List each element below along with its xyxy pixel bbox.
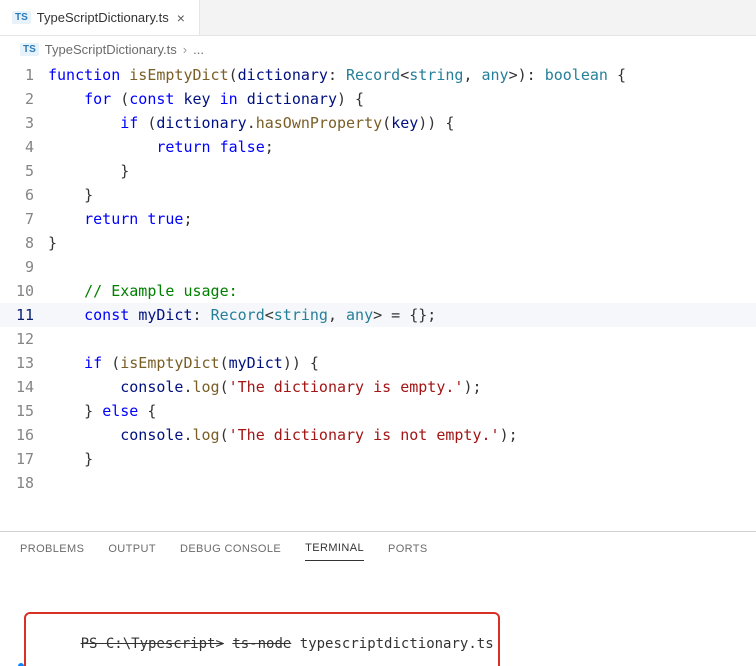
line-number: 3 <box>6 111 48 135</box>
line-number: 8 <box>6 231 48 255</box>
code-line[interactable]: function isEmptyDict(dictionary: Record<… <box>48 63 626 87</box>
line-number: 13 <box>6 351 48 375</box>
line-number: 5 <box>6 159 48 183</box>
code-line[interactable]: const myDict: Record<string, any> = {}; <box>48 303 436 327</box>
line-number: 6 <box>6 183 48 207</box>
code-editor[interactable]: 1function isEmptyDict(dictionary: Record… <box>0 61 756 505</box>
code-line[interactable]: return true; <box>48 207 193 231</box>
tab-label: TypeScriptDictionary.ts <box>37 10 169 25</box>
editor-tab[interactable]: TS TypeScriptDictionary.ts × <box>0 0 200 35</box>
code-line[interactable]: console.log('The dictionary is empty.'); <box>48 375 482 399</box>
line-number: 14 <box>6 375 48 399</box>
tab-output[interactable]: OUTPUT <box>108 543 156 561</box>
close-icon[interactable]: × <box>175 11 187 25</box>
line-number: 1 <box>6 63 48 87</box>
tab-problems[interactable]: PROBLEMS <box>20 543 84 561</box>
code-line[interactable]: } else { <box>48 399 156 423</box>
code-line[interactable]: if (dictionary.hasOwnProperty(key)) { <box>48 111 454 135</box>
code-line[interactable]: for (const key in dictionary) { <box>48 87 364 111</box>
code-line[interactable]: } <box>48 231 57 255</box>
ts-lang-icon: TS <box>20 43 39 56</box>
line-number: 18 <box>6 471 48 495</box>
tab-debug-console[interactable]: DEBUG CONSOLE <box>180 543 281 561</box>
terminal[interactable]: PS C:\Typescript> ts-node typescriptdict… <box>0 565 756 666</box>
line-number: 12 <box>6 327 48 351</box>
code-line[interactable] <box>48 255 57 279</box>
line-number: 17 <box>6 447 48 471</box>
code-line[interactable]: console.log('The dictionary is not empty… <box>48 423 518 447</box>
line-number: 2 <box>6 87 48 111</box>
panel-tabs: PROBLEMS OUTPUT DEBUG CONSOLE TERMINAL P… <box>0 532 756 565</box>
code-line[interactable] <box>48 327 57 351</box>
line-number: 16 <box>6 423 48 447</box>
line-number: 11 <box>6 303 48 327</box>
tab-bar: TS TypeScriptDictionary.ts × <box>0 0 756 36</box>
code-line[interactable] <box>48 471 57 495</box>
breadcrumb-file[interactable]: TypeScriptDictionary.ts <box>45 42 177 57</box>
breadcrumb[interactable]: TS TypeScriptDictionary.ts › ... <box>0 36 756 61</box>
code-line[interactable]: if (isEmptyDict(myDict)) { <box>48 351 319 375</box>
code-line[interactable]: // Example usage: <box>48 279 238 303</box>
code-line[interactable]: } <box>48 447 93 471</box>
code-line[interactable]: } <box>48 183 93 207</box>
tab-terminal[interactable]: TERMINAL <box>305 542 364 561</box>
line-number: 9 <box>6 255 48 279</box>
code-line[interactable]: } <box>48 159 129 183</box>
line-number: 4 <box>6 135 48 159</box>
code-line[interactable]: return false; <box>48 135 274 159</box>
breadcrumb-more[interactable]: ... <box>193 42 204 57</box>
tab-ports[interactable]: PORTS <box>388 543 428 561</box>
output-highlight: PS C:\Typescript> ts-node typescriptdict… <box>24 612 500 666</box>
line-number: 15 <box>6 399 48 423</box>
chevron-right-icon: › <box>183 42 187 57</box>
line-number: 10 <box>6 279 48 303</box>
terminal-line: PS C:\Typescript> ts-node typescriptdict… <box>18 613 738 666</box>
ts-lang-icon: TS <box>12 11 31 24</box>
line-number: 7 <box>6 207 48 231</box>
